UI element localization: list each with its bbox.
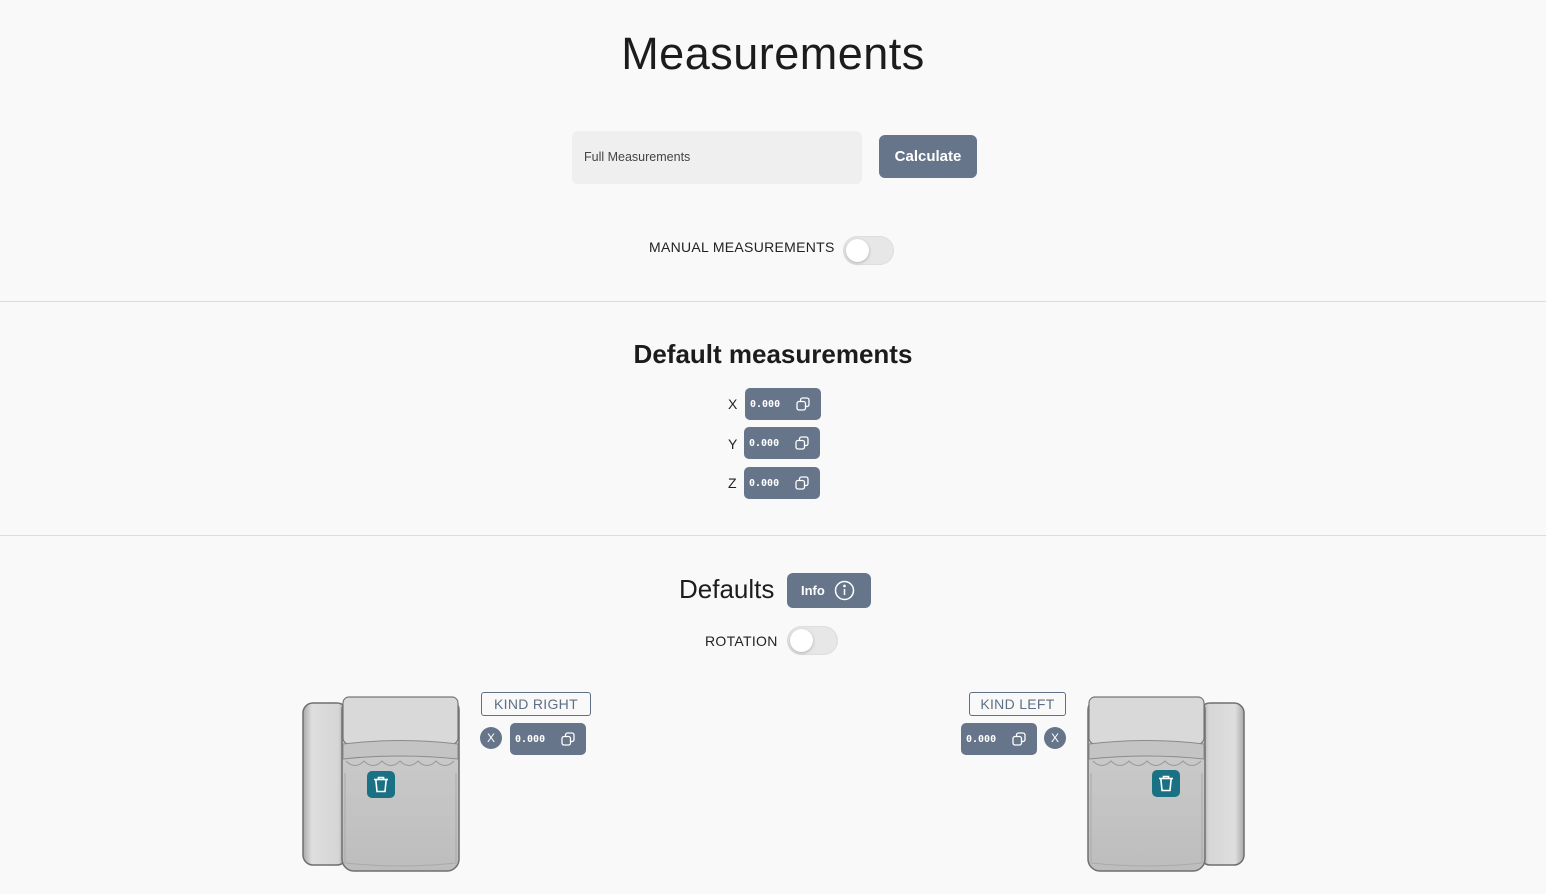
toggle-knob [790, 629, 813, 652]
value-z-text: 0.000 [749, 477, 780, 489]
trash-icon [374, 776, 388, 793]
delete-left-button[interactable] [1152, 770, 1180, 797]
kind-left-value: 0.000 [966, 733, 997, 745]
kind-right-value-chip[interactable]: 0.000 [510, 723, 586, 755]
manual-measurements-label: MANUAL MEASUREMENTS [649, 239, 835, 255]
divider [0, 301, 1546, 302]
kind-left-badge: KIND LEFT [969, 692, 1066, 716]
kind-right-value: 0.000 [515, 733, 546, 745]
axis-x-label: X [728, 396, 738, 412]
copy-icon[interactable] [796, 397, 810, 411]
axis-x-circle: X [1044, 727, 1066, 749]
value-y-chip[interactable]: 0.000 [744, 427, 820, 459]
divider [0, 535, 1546, 536]
trash-icon [1159, 775, 1173, 792]
value-x-text: 0.000 [750, 398, 781, 410]
defaults-title: Defaults [679, 574, 775, 604]
copy-icon[interactable] [795, 436, 809, 450]
copy-icon[interactable] [561, 732, 575, 746]
measurement-type-select[interactable]: Full Measurements [572, 131, 862, 184]
axis-y-label: Y [728, 436, 738, 452]
axis-z-label: Z [728, 475, 737, 491]
value-x-chip[interactable]: 0.000 [745, 388, 821, 420]
calculate-button[interactable]: Calculate [879, 135, 977, 178]
info-button[interactable]: Info [787, 573, 871, 608]
delete-right-button[interactable] [367, 771, 395, 798]
axis-x-circle: X [480, 727, 502, 749]
kind-left-value-chip[interactable]: 0.000 [961, 723, 1037, 755]
manual-measurements-toggle[interactable] [843, 236, 894, 265]
toggle-knob [846, 239, 869, 262]
copy-icon[interactable] [1012, 732, 1026, 746]
default-measurements-title: Default measurements [633, 339, 913, 369]
rotation-label: ROTATION [705, 633, 778, 649]
page-title: Measurements [621, 28, 925, 79]
value-z-chip[interactable]: 0.000 [744, 467, 820, 499]
value-y-text: 0.000 [749, 437, 780, 449]
info-icon [834, 580, 855, 601]
info-label: Info [801, 583, 825, 598]
rotation-toggle[interactable] [787, 626, 838, 655]
kind-right-badge: KIND RIGHT [481, 692, 591, 716]
copy-icon[interactable] [795, 476, 809, 490]
measurements-page: Measurements Full Measurements Calculate… [0, 0, 1546, 894]
